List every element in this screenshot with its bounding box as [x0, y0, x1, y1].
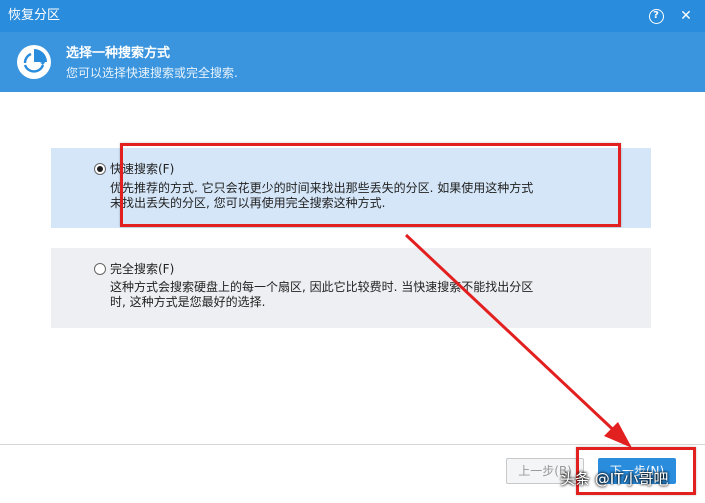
help-button[interactable]: ?: [645, 5, 667, 27]
partition-recovery-icon: [17, 45, 51, 79]
quick-search-radio[interactable]: [94, 163, 106, 175]
close-button[interactable]: ✕: [675, 5, 697, 27]
window-titlebar: 恢复分区 ? ✕: [0, 0, 705, 32]
full-search-label[interactable]: 完全搜索(F): [110, 262, 174, 276]
header-subtitle: 您可以选择快速搜索或完全搜索.: [66, 66, 238, 80]
full-search-radio[interactable]: [94, 263, 106, 275]
help-icon: ?: [648, 8, 664, 24]
window-title: 恢复分区: [8, 8, 61, 23]
full-search-description-line2: 时, 这种方式是您最好的选择.: [110, 295, 266, 309]
quick-search-description-line1: 优先推荐的方式. 它只会花更少的时间来找出那些丢失的分区. 如果使用这种方式: [110, 181, 534, 195]
header-title: 选择一种搜索方式: [66, 46, 171, 61]
wizard-header: 选择一种搜索方式 您可以选择快速搜索或完全搜索.: [0, 32, 705, 92]
quick-search-label[interactable]: 快速搜索(F): [110, 162, 174, 176]
full-search-description-line1: 这种方式会搜索硬盘上的每一个扇区, 因此它比较费时. 当快速搜索不能找出分区: [110, 280, 534, 294]
footer-divider: [0, 444, 705, 445]
close-icon: ✕: [680, 8, 692, 24]
quick-search-description-line2: 未找出丢失的分区, 您可以再使用完全搜索这种方式.: [110, 196, 386, 210]
watermark-text: 头条 @IT小哥吧: [560, 470, 669, 488]
